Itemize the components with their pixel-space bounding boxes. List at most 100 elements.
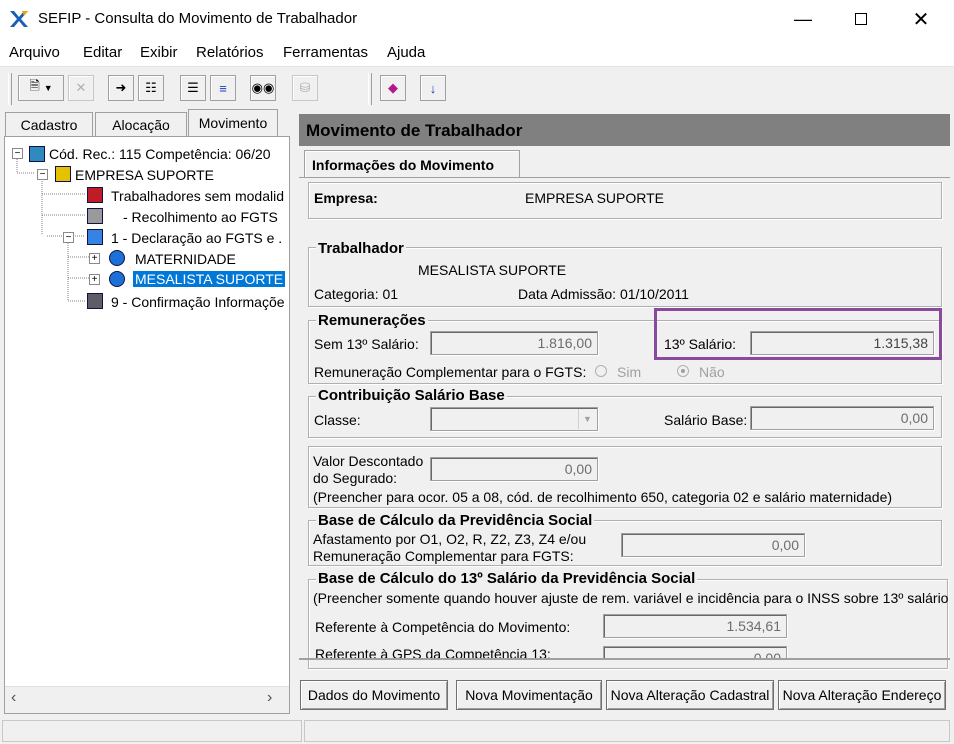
base-prev-label-2: Remuneração Complementar para FGTS:	[313, 548, 574, 564]
tree-item-declaracao[interactable]: 1 - Declaração ao FGTS e .	[111, 230, 282, 246]
find-button[interactable]: ◉◉	[250, 75, 276, 101]
nova-alteracao-endereco-button[interactable]: Nova Alteração Endereço	[778, 680, 946, 710]
toolbar: 🗎 ▼ ✕ ➜ ☷ ☰ ≡ ◉◉ ⛁ ◆ ↓	[0, 66, 954, 110]
ref-comp-label: Referente à Competência do Movimento:	[315, 619, 571, 635]
delete-x-icon: ✕	[75, 80, 87, 95]
new-document-button[interactable]: 🗎 ▼	[18, 75, 64, 101]
menu-exibir[interactable]: Exibir	[140, 44, 178, 61]
help-book-icon: ◆	[388, 80, 398, 95]
list-icon: ≡	[219, 80, 227, 96]
menu-ajuda[interactable]: Ajuda	[387, 44, 425, 61]
ref-gps-field[interactable]: 0,00	[603, 646, 787, 658]
close-icon: ✕	[912, 8, 930, 31]
radio-nao-label: Não	[699, 364, 725, 380]
menu-bar: Arquivo Editar Exibir Relatórios Ferrame…	[0, 38, 954, 66]
desc-field[interactable]: 0,00	[430, 457, 598, 481]
dropdown-arrow-icon: ▼	[43, 83, 53, 93]
salbase-label: Salário Base:	[664, 412, 748, 428]
ref-comp-field[interactable]: 1.534,61	[603, 614, 787, 638]
trabalhador-title: Trabalhador	[316, 240, 406, 257]
maximize-button[interactable]	[832, 0, 890, 38]
highlight-box	[654, 308, 942, 360]
tab-alocacao[interactable]: Alocação	[95, 112, 187, 136]
base13-title: Base de Cálculo do 13º Salário da Previd…	[316, 570, 698, 587]
tree-child-maternidade[interactable]: MATERNIDADE	[135, 251, 236, 267]
status-pane-1	[2, 720, 302, 742]
tree-expander-company[interactable]: −	[37, 169, 48, 180]
tree-expander-declaracao[interactable]: −	[63, 232, 74, 243]
scroll-left-icon[interactable]: ‹	[11, 689, 16, 707]
tree-panel: − Cód. Rec.: 115 Competência: 06/20 − EM…	[4, 136, 290, 714]
context-help-button[interactable]: ↓	[420, 75, 446, 101]
chevron-down-icon[interactable]: ▼	[578, 409, 596, 429]
menu-relatorios[interactable]: Relatórios	[196, 44, 264, 61]
panel-title: Movimento de Trabalhador	[306, 121, 523, 140]
classe-label: Classe:	[314, 412, 361, 428]
tree-view-button[interactable]: ☷	[138, 75, 164, 101]
sem13-label: Sem 13º Salário:	[314, 336, 419, 352]
close-button[interactable]: ✕	[892, 0, 950, 38]
title-bar: SEFIP - Consulta do Movimento de Trabalh…	[0, 0, 954, 38]
base13-note: (Preencher somente quando houver ajuste …	[313, 590, 949, 606]
hierarchy-icon: ☰	[187, 80, 199, 95]
tree-item-recolhimento[interactable]: - Recolhimento ao FGTS	[123, 209, 278, 225]
desc-label-2: do Segurado:	[313, 470, 398, 486]
tree-hscrollbar[interactable]: ‹ ›	[5, 686, 289, 713]
window-title: SEFIP - Consulta do Movimento de Trabalh…	[38, 10, 358, 27]
tree-item-confirmacao[interactable]: 9 - Confirmação Informaçõe	[111, 294, 285, 310]
list-button[interactable]: ≡	[210, 75, 236, 101]
gift-icon	[87, 229, 103, 245]
panel-header: Movimento de Trabalhador	[299, 114, 950, 146]
classe-select[interactable]	[430, 407, 598, 431]
document-icon: 🗎	[29, 78, 40, 93]
scroll-right-icon[interactable]: ›	[267, 689, 272, 707]
radio-nao[interactable]	[677, 365, 689, 377]
sefip-logo-icon	[10, 11, 28, 27]
minimize-button[interactable]: —	[774, 0, 832, 38]
categoria-label: Categoria: 01	[314, 286, 399, 302]
tree-expander-root[interactable]: −	[12, 148, 23, 159]
delete-button[interactable]: ✕	[68, 75, 94, 101]
clipped-row: Referente à GPS da Competência 13: 0,00	[299, 644, 950, 658]
move-right-button[interactable]: ➜	[108, 75, 134, 101]
toolbar-grip-2	[368, 73, 372, 105]
status-pane-2	[304, 720, 950, 742]
nova-movimentacao-button[interactable]: Nova Movimentação	[456, 680, 602, 710]
gift-icon	[87, 293, 103, 309]
salbase-field[interactable]: 0,00	[750, 406, 934, 430]
nova-alteracao-cadastral-button[interactable]: Nova Alteração Cadastral	[606, 680, 774, 710]
desc-note: (Preencher para ocor. 05 a 08, cód. de r…	[313, 489, 893, 505]
tab-movimento[interactable]: Movimento	[188, 109, 278, 136]
menu-ferramentas[interactable]: Ferramentas	[283, 44, 368, 61]
dados-movimento-button[interactable]: Dados do Movimento	[300, 680, 448, 710]
base-prev-title: Base de Cálculo da Previdência Social	[316, 512, 595, 529]
sem13-field[interactable]: 1.816,00	[430, 331, 598, 355]
radio-sim[interactable]	[595, 365, 607, 377]
tree-company[interactable]: EMPRESA SUPORTE	[75, 167, 214, 183]
trabalhador-name: MESALISTA SUPORTE	[418, 262, 567, 278]
tab-cadastro[interactable]: Cadastro	[5, 112, 93, 136]
tree-expander-maternidade[interactable]: +	[89, 253, 100, 264]
tree-expander-mesalista[interactable]: +	[89, 274, 100, 285]
worker-icon	[109, 250, 125, 266]
worker-icon	[109, 271, 125, 287]
context-help-icon: ↓	[429, 80, 437, 96]
base-prev-field[interactable]: 0,00	[621, 533, 805, 557]
admissao-label: Data Admissão: 01/10/2011	[518, 286, 689, 302]
tree-child-mesalista-selected[interactable]: MESALISTA SUPORTE	[131, 270, 287, 288]
help-book-button[interactable]: ◆	[380, 75, 406, 101]
remcomp-label: Remuneração Complementar para o FGTS:	[314, 364, 587, 380]
tab-informacoes-movimento[interactable]: Informações do Movimento	[304, 150, 520, 178]
ref-gps-label: Referente à GPS da Competência 13:	[315, 646, 551, 658]
tree-item-sem-modalidade[interactable]: Trabalhadores sem modalid	[111, 188, 284, 204]
gift-icon	[87, 208, 103, 224]
toolbar-grip	[8, 73, 12, 105]
database-button[interactable]: ⛁	[292, 75, 318, 101]
tree-root[interactable]: Cód. Rec.: 115 Competência: 06/20	[49, 146, 271, 162]
gift-icon	[87, 187, 103, 203]
menu-editar[interactable]: Editar	[83, 44, 122, 61]
tree-view-icon: ☷	[145, 80, 157, 95]
remuneracoes-title: Remunerações	[316, 312, 428, 329]
menu-arquivo[interactable]: Arquivo	[9, 44, 60, 61]
hierarchy-button[interactable]: ☰	[180, 75, 206, 101]
